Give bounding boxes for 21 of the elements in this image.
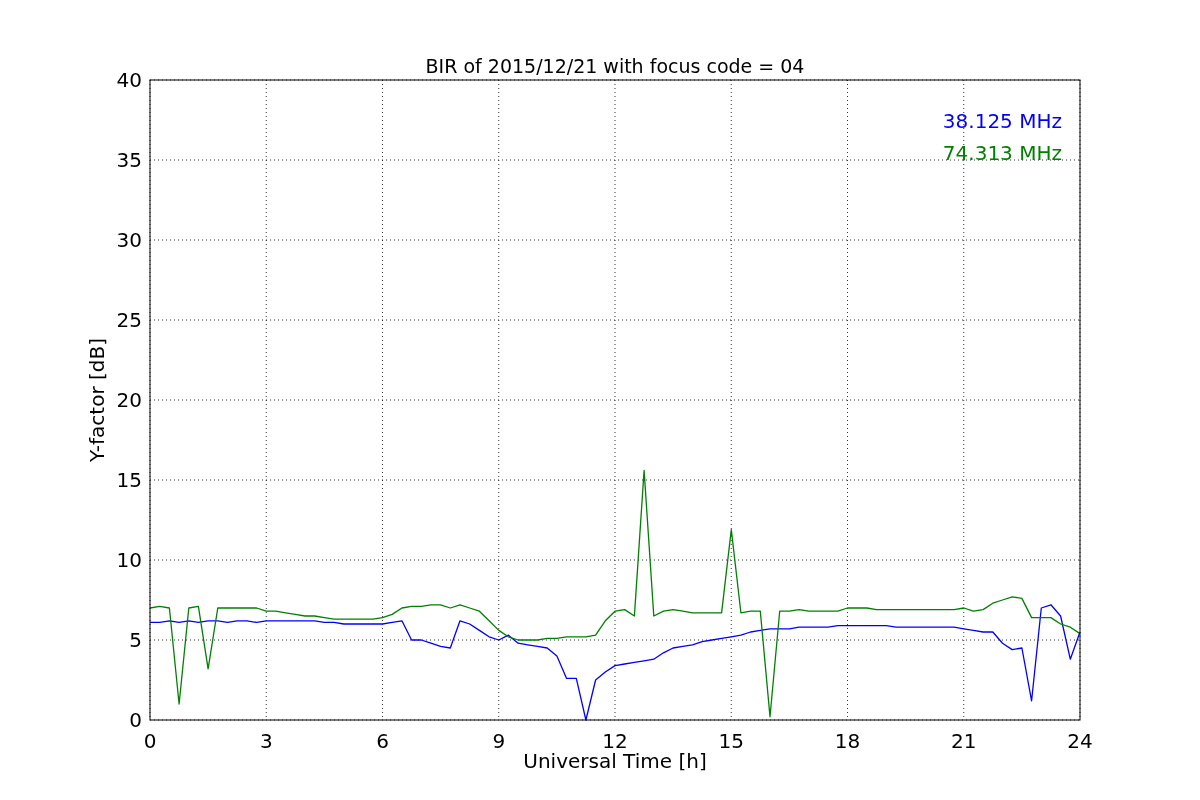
legend-label: 38.125 MHz bbox=[942, 109, 1062, 133]
x-tick-label: 24 bbox=[1067, 729, 1093, 753]
x-tick-label: 15 bbox=[718, 729, 744, 753]
x-tick-label: 6 bbox=[376, 729, 389, 753]
y-tick-label: 25 bbox=[116, 308, 142, 332]
x-tick-label: 21 bbox=[951, 729, 977, 753]
y-tick-label: 15 bbox=[116, 468, 142, 492]
y-tick-label: 30 bbox=[116, 228, 142, 252]
y-tick-label: 0 bbox=[129, 708, 142, 732]
x-tick-label: 3 bbox=[259, 729, 273, 753]
y-tick-label: 40 bbox=[116, 68, 142, 92]
legend-label: 74.313 MHz bbox=[942, 141, 1062, 165]
y-tick-label: 10 bbox=[116, 548, 142, 572]
x-tick-label: 0 bbox=[143, 729, 157, 753]
x-tick-label: 18 bbox=[834, 729, 861, 753]
y-tick-label: 35 bbox=[116, 148, 142, 172]
y-tick-label: 5 bbox=[129, 628, 142, 652]
x-tick-label: 9 bbox=[492, 729, 506, 753]
y-tick-label: 20 bbox=[116, 388, 142, 412]
chart-title: BIR of 2015/12/21 with focus code = 04 bbox=[425, 55, 805, 77]
y-axis-label: Y-factor [dB] bbox=[85, 338, 109, 462]
